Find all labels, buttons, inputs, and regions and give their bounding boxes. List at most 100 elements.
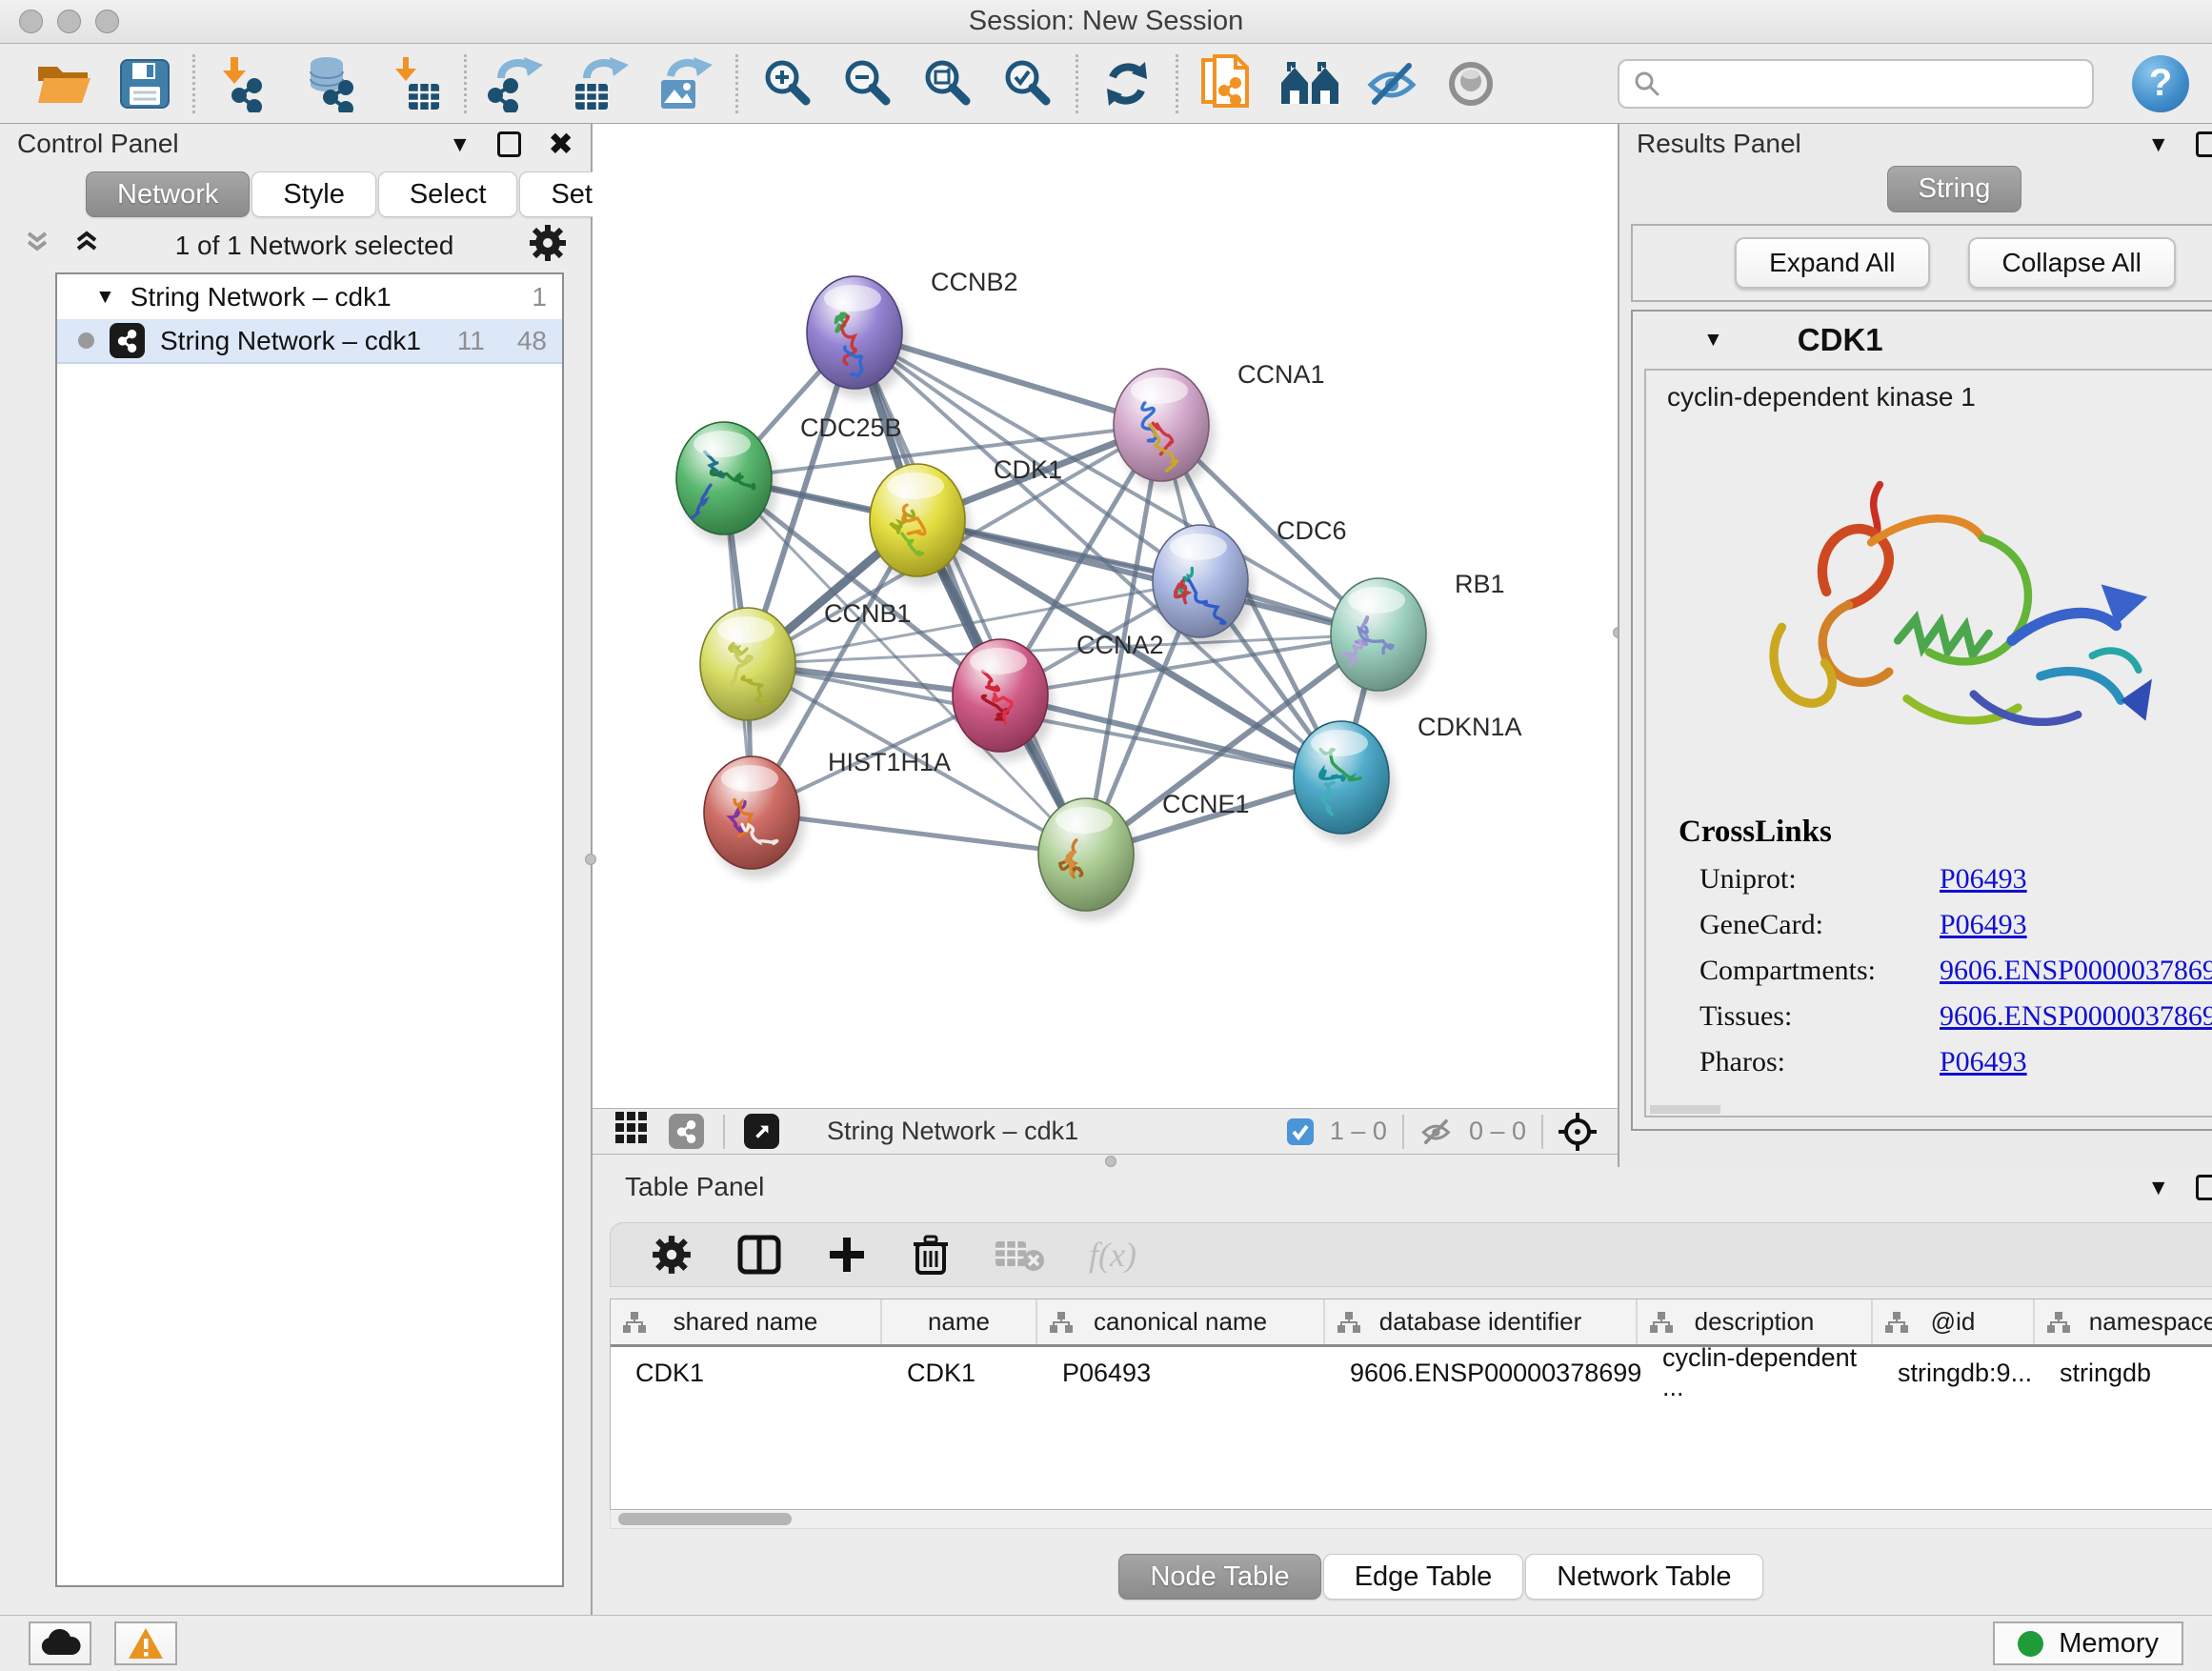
table-options-gear-icon[interactable] xyxy=(651,1234,693,1276)
export-table-icon[interactable] xyxy=(572,55,631,112)
card-hscrollbar[interactable] xyxy=(1650,1105,1720,1114)
hidden-count: 0 – 0 xyxy=(1469,1117,1526,1146)
zoom-in-icon[interactable] xyxy=(759,56,814,111)
column-header[interactable]: name xyxy=(882,1299,1037,1344)
delete-table-icon xyxy=(994,1236,1045,1274)
network-collection-row[interactable]: ▼ String Network – cdk1 1 xyxy=(57,274,562,319)
search-input[interactable] xyxy=(1671,69,2079,98)
column-header[interactable]: description xyxy=(1638,1299,1873,1344)
pharos-link[interactable]: P06493 xyxy=(1940,1046,2027,1078)
expand-all-button[interactable]: Expand All xyxy=(1735,237,1929,289)
table-panel-title: Table Panel xyxy=(625,1172,764,1202)
collection-count: 1 xyxy=(532,282,547,312)
control-panel-close-icon[interactable]: ✖ xyxy=(548,129,573,159)
network-canvas[interactable]: CCNB2CCNA1CDC25BCDK1CDC6RB1CCNB1CCNA2CDK… xyxy=(593,124,1618,1108)
uniprot-link[interactable]: P06493 xyxy=(1940,863,2027,896)
tab-string[interactable]: String xyxy=(1887,166,2022,212)
hidden-eye-icon xyxy=(1419,1117,1454,1147)
protein-structure-image xyxy=(1746,447,2165,790)
table-header-row: shared name name canonical name database… xyxy=(611,1299,2212,1347)
tab-node-table[interactable]: Node Table xyxy=(1118,1554,1320,1600)
import-table-file-icon[interactable] xyxy=(386,55,443,112)
cloud-tasks-button[interactable] xyxy=(29,1621,91,1665)
network-node-cdk1[interactable]: CDK1 xyxy=(870,455,1062,586)
tab-edge-table[interactable]: Edge Table xyxy=(1323,1554,1524,1600)
network-node-cdc6[interactable]: CDC6 xyxy=(1153,516,1347,647)
results-panel-menu-icon[interactable]: ▼ xyxy=(2147,131,2169,157)
add-column-icon[interactable] xyxy=(826,1234,868,1276)
table-panel-float-icon[interactable] xyxy=(2196,1175,2212,1200)
refresh-icon[interactable] xyxy=(1099,56,1155,111)
column-header[interactable]: database identifier xyxy=(1325,1299,1638,1344)
network-node-count: 11 xyxy=(457,326,485,356)
import-network-file-icon[interactable] xyxy=(216,55,275,112)
expand-all-networks-icon[interactable] xyxy=(72,230,101,263)
network-label: String Network – cdk1 xyxy=(160,326,421,356)
control-panel-menu-icon[interactable]: ▼ xyxy=(449,131,471,157)
network-node-cdc25b[interactable]: CDC25B xyxy=(676,413,902,544)
open-in-window-icon[interactable] xyxy=(744,1114,779,1149)
horizontal-splitter[interactable] xyxy=(593,1155,1618,1167)
network-node-hist1h1a[interactable]: HIST1H1A xyxy=(704,748,951,878)
network-node-cdkn1a[interactable]: CDKN1A xyxy=(1294,713,1522,843)
table-hscrollbar[interactable] xyxy=(610,1510,2212,1529)
warnings-button[interactable] xyxy=(114,1621,177,1665)
network-row[interactable]: String Network – cdk1 11 48 xyxy=(57,319,562,364)
memory-button[interactable]: Memory xyxy=(1993,1621,2183,1665)
zoom-selected-icon[interactable] xyxy=(999,56,1055,111)
network-node-ccna1[interactable]: CCNA1 xyxy=(1114,360,1325,491)
export-network-icon[interactable] xyxy=(488,55,547,112)
table-row[interactable]: CDK1 CDK1 P06493 9606.ENSP00000378699 cy… xyxy=(611,1347,2212,1399)
control-panel-float-icon[interactable] xyxy=(497,131,521,157)
table-toolbar: f(x) xyxy=(610,1222,2212,1287)
card-collapse-icon[interactable]: ▼ xyxy=(1703,329,1723,352)
open-session-icon[interactable] xyxy=(34,57,93,111)
compartments-link[interactable]: 9606.ENSP00000378699 xyxy=(1940,955,2212,987)
zoom-fit-icon[interactable] xyxy=(919,56,975,111)
left-splitter-handle[interactable] xyxy=(585,854,596,865)
results-panel-float-icon[interactable] xyxy=(2196,131,2212,157)
table-hscrollbar-thumb[interactable] xyxy=(618,1513,792,1525)
save-session-icon[interactable] xyxy=(118,57,171,111)
selected-checkbox-icon[interactable] xyxy=(1286,1117,1315,1146)
tab-style[interactable]: Style xyxy=(251,171,375,217)
zoom-out-icon[interactable] xyxy=(839,56,895,111)
clone-network-icon[interactable] xyxy=(1199,54,1255,113)
network-node-ccnb2[interactable]: CCNB2 xyxy=(807,268,1018,398)
tissues-link[interactable]: 9606.ENSP00000378699 xyxy=(1940,1000,2212,1033)
hide-glass-eye-icon[interactable] xyxy=(1365,58,1420,110)
tab-network-table[interactable]: Network Table xyxy=(1525,1554,1762,1600)
crosslink-row: Compartments: 9606.ENSP00000378699 xyxy=(1699,955,2212,987)
network-options-gear-icon[interactable] xyxy=(528,223,568,270)
genecard-link[interactable]: P06493 xyxy=(1940,909,2027,941)
collapse-all-button[interactable]: Collapse All xyxy=(1968,237,2176,289)
show-columns-icon[interactable] xyxy=(736,1234,782,1276)
export-image-icon[interactable] xyxy=(655,55,714,112)
column-header[interactable]: @id xyxy=(1873,1299,2035,1344)
delete-column-icon[interactable] xyxy=(912,1233,950,1277)
search-field[interactable] xyxy=(1618,59,2094,109)
column-header[interactable]: namespace xyxy=(2035,1299,2212,1344)
node-table[interactable]: shared name name canonical name database… xyxy=(610,1299,2212,1510)
network-share-icon[interactable] xyxy=(669,1114,704,1149)
title-bar: Session: New Session xyxy=(0,0,2212,44)
birds-eye-grid-icon[interactable] xyxy=(613,1110,650,1153)
collection-expand-icon[interactable]: ▼ xyxy=(95,286,115,309)
table-panel-menu-icon[interactable]: ▼ xyxy=(2147,1175,2169,1200)
column-header[interactable]: canonical name xyxy=(1037,1299,1325,1344)
warning-icon xyxy=(127,1626,165,1661)
glass-eye-icon[interactable] xyxy=(1445,58,1497,110)
fit-content-crosshair-icon[interactable] xyxy=(1558,1113,1597,1151)
network-tree: ▼ String Network – cdk1 1 String Network… xyxy=(55,272,564,1587)
tab-select[interactable]: Select xyxy=(378,171,518,217)
import-network-database-icon[interactable] xyxy=(300,55,361,112)
network-node-rb1[interactable]: RB1 xyxy=(1331,570,1505,700)
string-home-icon[interactable] xyxy=(1279,58,1340,110)
network-icon xyxy=(110,323,145,358)
table-panel: Table Panel ▼ ✖ xyxy=(593,1167,2212,1615)
column-header[interactable]: shared name xyxy=(611,1299,882,1344)
collapse-all-networks-icon[interactable] xyxy=(23,230,51,263)
tab-network[interactable]: Network xyxy=(86,171,250,217)
help-button[interactable]: ? xyxy=(2132,55,2189,112)
node-label-ccna2: CCNA2 xyxy=(1076,631,1164,659)
